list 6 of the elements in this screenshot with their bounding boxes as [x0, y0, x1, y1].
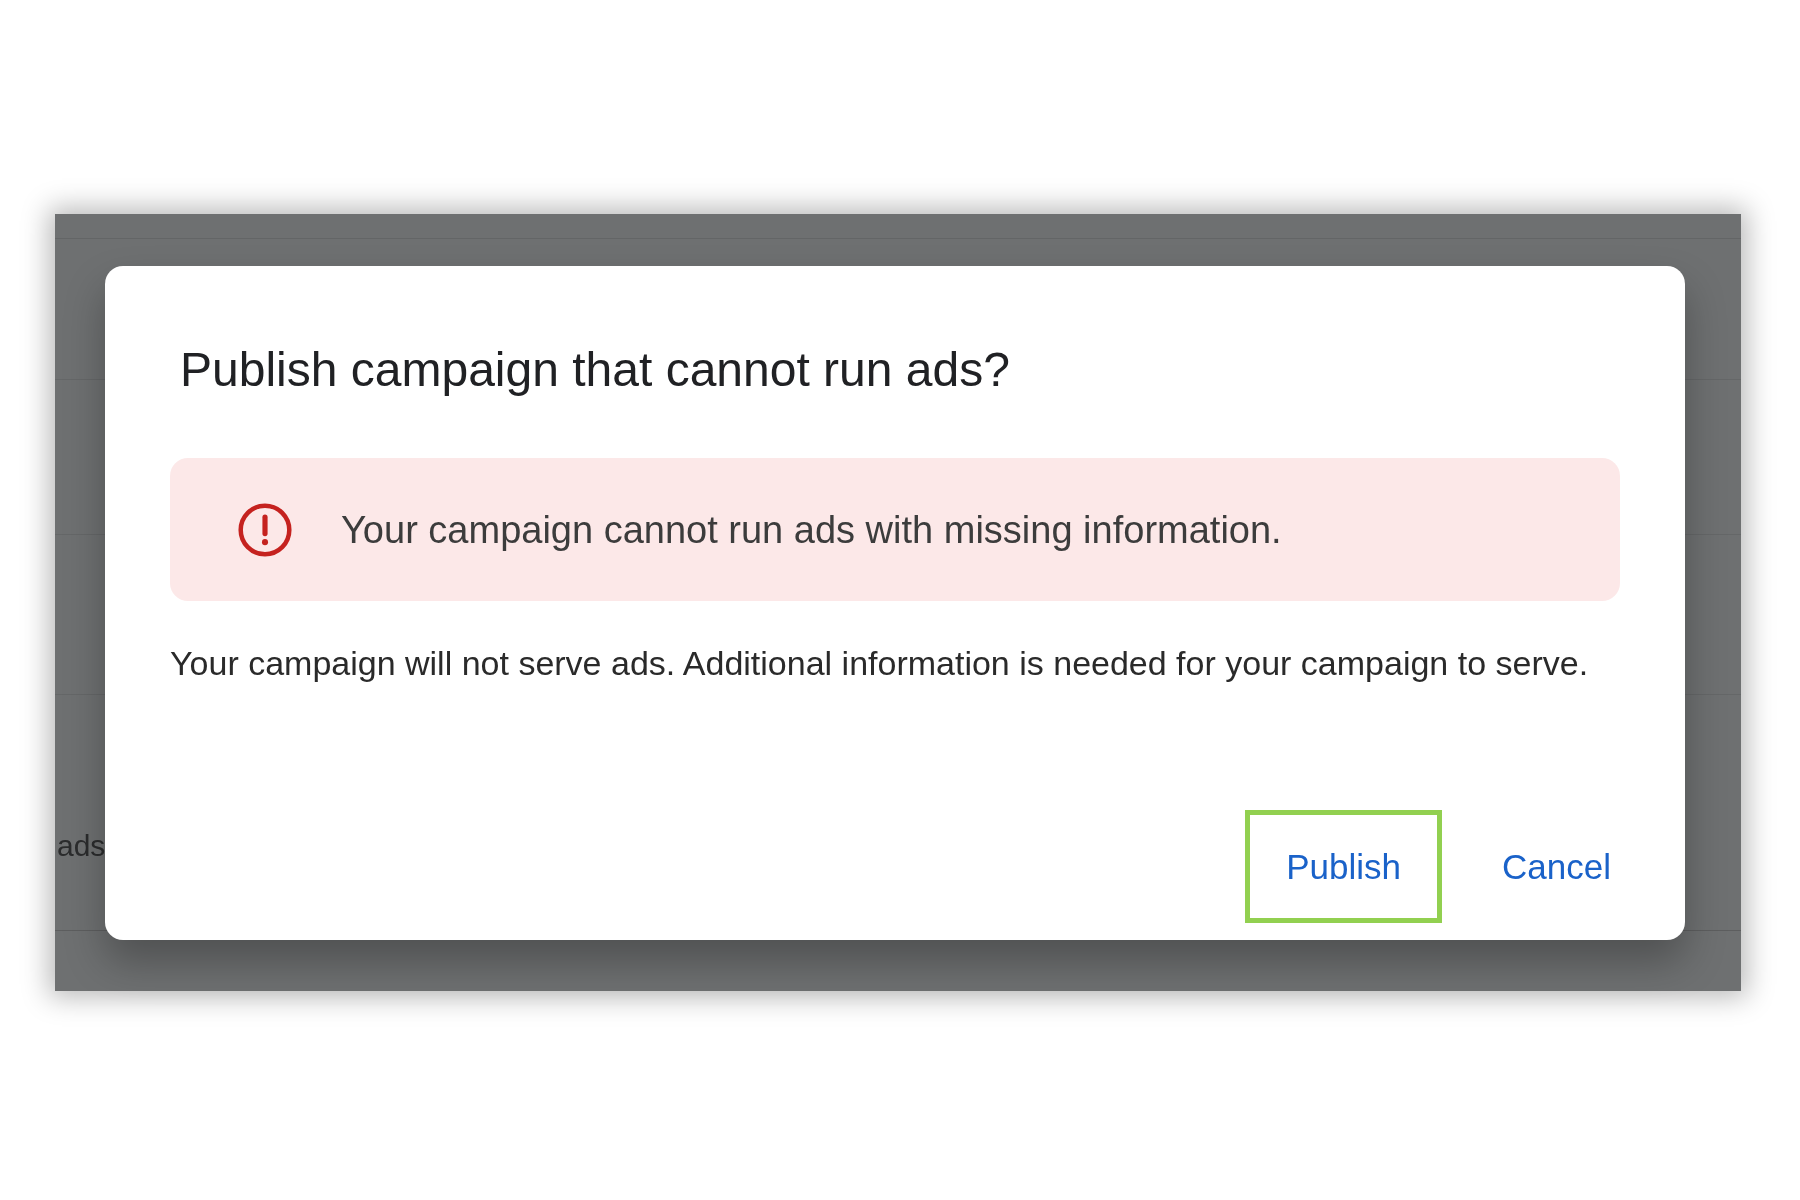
- dialog-body-text: Your campaign will not serve ads. Additional information is needed for your campaign to serve.: [170, 646, 1590, 680]
- dialog-button[interactable]: Publish: [1245, 810, 1443, 923]
- error-icon: [238, 502, 292, 557]
- dialog-title: Publish campaign that cannot run ads?: [179, 346, 1011, 394]
- error-message: Your campaign cannot run ads with missing information.: [341, 510, 1282, 549]
- background-text: ads: [57, 829, 106, 862]
